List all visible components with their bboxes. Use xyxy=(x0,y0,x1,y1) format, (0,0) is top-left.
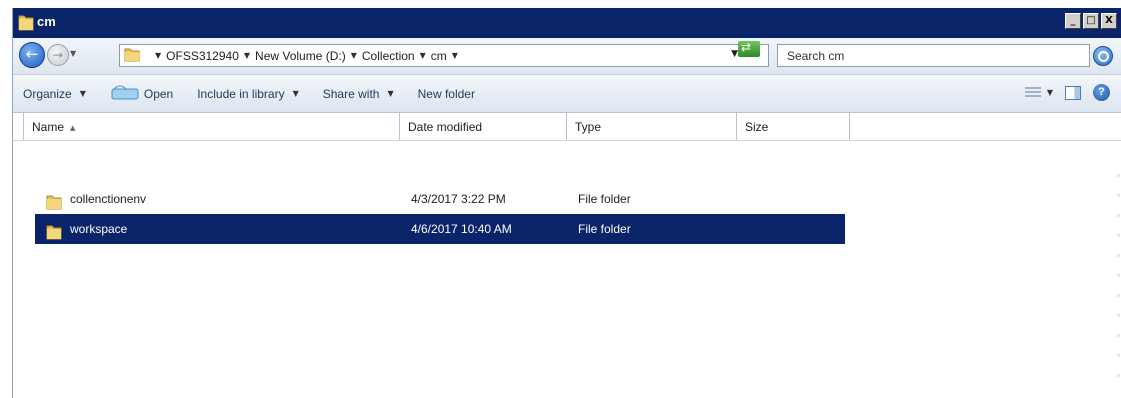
search-input[interactable] xyxy=(778,45,1089,66)
new-folder-label: New folder xyxy=(417,86,475,101)
column-header-date-modified[interactable]: Date modified xyxy=(400,113,567,140)
help-icon[interactable]: ? xyxy=(1093,84,1110,101)
breadcrumb-item[interactable]: New Volume (D:) xyxy=(255,49,346,63)
change-view-icon[interactable] xyxy=(1024,86,1041,99)
breadcrumb-item[interactable]: Collection xyxy=(362,49,415,63)
include-in-library-button[interactable]: Include in library ▼ xyxy=(197,87,299,101)
chevron-down-icon[interactable]: ▼ xyxy=(155,51,161,60)
folder-icon xyxy=(18,13,34,34)
column-label: Type xyxy=(575,120,602,134)
file-name-cell: collenctionenv xyxy=(45,184,146,214)
window-controls: _ □ X xyxy=(1065,13,1117,29)
folder-icon xyxy=(124,46,140,65)
back-button[interactable]: ← xyxy=(19,42,45,68)
file-name: workspace xyxy=(70,222,128,236)
chevron-down-icon: ▼ xyxy=(292,89,299,98)
window-title: cm xyxy=(37,14,56,29)
forward-arrow-icon: → xyxy=(52,48,64,62)
breadcrumb: ▼ OFSS312940 ▼ New Volume (D:) ▼ Collect… xyxy=(150,49,463,63)
breadcrumb-item[interactable]: cm xyxy=(431,49,447,63)
folder-icon xyxy=(45,221,63,240)
recent-pages-dropdown[interactable]: ▼ xyxy=(70,49,76,58)
file-row[interactable]: collenctionenv 4/3/2017 3:22 PM File fol… xyxy=(35,184,845,214)
column-label: Date modified xyxy=(408,120,483,134)
chevron-down-icon[interactable]: ▼ xyxy=(452,51,458,60)
back-arrow-icon: ← xyxy=(25,45,39,63)
share-with-label: Share with xyxy=(322,86,380,101)
file-type: File folder xyxy=(578,192,631,206)
organize-button[interactable]: Organize ▼ xyxy=(23,87,86,101)
file-name: collenctionenv xyxy=(70,192,147,206)
file-date: 4/3/2017 3:22 PM xyxy=(411,192,506,206)
forward-button[interactable]: → xyxy=(47,44,69,66)
preview-pane-icon[interactable] xyxy=(1065,85,1081,100)
folder-icon xyxy=(45,191,63,210)
column-label: Size xyxy=(745,120,769,134)
scrollbar[interactable] xyxy=(1117,174,1120,394)
close-button[interactable]: X xyxy=(1101,13,1117,29)
chevron-down-icon[interactable]: ▼ xyxy=(351,51,357,60)
search-box xyxy=(777,44,1090,67)
open-label: Open xyxy=(143,86,174,101)
share-with-button[interactable]: Share with ▼ xyxy=(323,87,394,101)
address-field[interactable]: ▼ OFSS312940 ▼ New Volume (D:) ▼ Collect… xyxy=(119,44,769,67)
open-button[interactable]: Open xyxy=(110,84,173,103)
minimize-button[interactable]: _ xyxy=(1065,13,1081,29)
file-type: File folder xyxy=(578,222,631,236)
include-in-library-label: Include in library xyxy=(197,86,285,101)
maximize-button[interactable]: □ xyxy=(1083,13,1099,29)
sort-ascending-icon: ▲ xyxy=(70,123,76,132)
organize-label: Organize xyxy=(23,86,72,101)
file-date: 4/6/2017 10:40 AM xyxy=(411,222,512,236)
chevron-down-icon: ▼ xyxy=(79,89,86,98)
command-bar: Organize ▼ Open Include in library ▼ Sha… xyxy=(13,75,1121,113)
search-icon[interactable] xyxy=(1093,46,1113,66)
explorer-window: cm _ □ X ← → ▼ ▼ OFSS312940 ▼ New Volume… xyxy=(12,8,1121,398)
chevron-down-icon[interactable]: ▼ xyxy=(1047,88,1053,97)
address-bar: ← → ▼ ▼ OFSS312940 ▼ New Volume (D:) ▼ C… xyxy=(13,38,1121,75)
address-history-dropdown[interactable]: ▼ xyxy=(731,49,738,59)
open-icon xyxy=(110,84,140,103)
file-row[interactable]: workspace 4/6/2017 10:40 AM File folder xyxy=(35,214,845,244)
chevron-down-icon[interactable]: ▼ xyxy=(420,51,426,60)
breadcrumb-item[interactable]: OFSS312940 xyxy=(166,49,239,63)
file-name-cell: workspace xyxy=(45,214,127,244)
column-label: Name xyxy=(32,120,65,134)
column-header-type[interactable]: Type xyxy=(567,113,737,140)
chevron-down-icon: ▼ xyxy=(387,89,394,98)
column-header-name[interactable]: Name ▲ xyxy=(23,113,400,140)
refresh-icon[interactable] xyxy=(738,40,760,57)
column-header-size[interactable]: Size xyxy=(737,113,850,140)
column-header: Name ▲ Date modified Type Size xyxy=(13,113,1121,141)
chevron-down-icon[interactable]: ▼ xyxy=(244,51,250,60)
title-bar[interactable]: cm _ □ X xyxy=(13,8,1121,38)
view-controls: ▼ ? xyxy=(1024,84,1110,101)
new-folder-button[interactable]: New folder xyxy=(418,87,475,101)
